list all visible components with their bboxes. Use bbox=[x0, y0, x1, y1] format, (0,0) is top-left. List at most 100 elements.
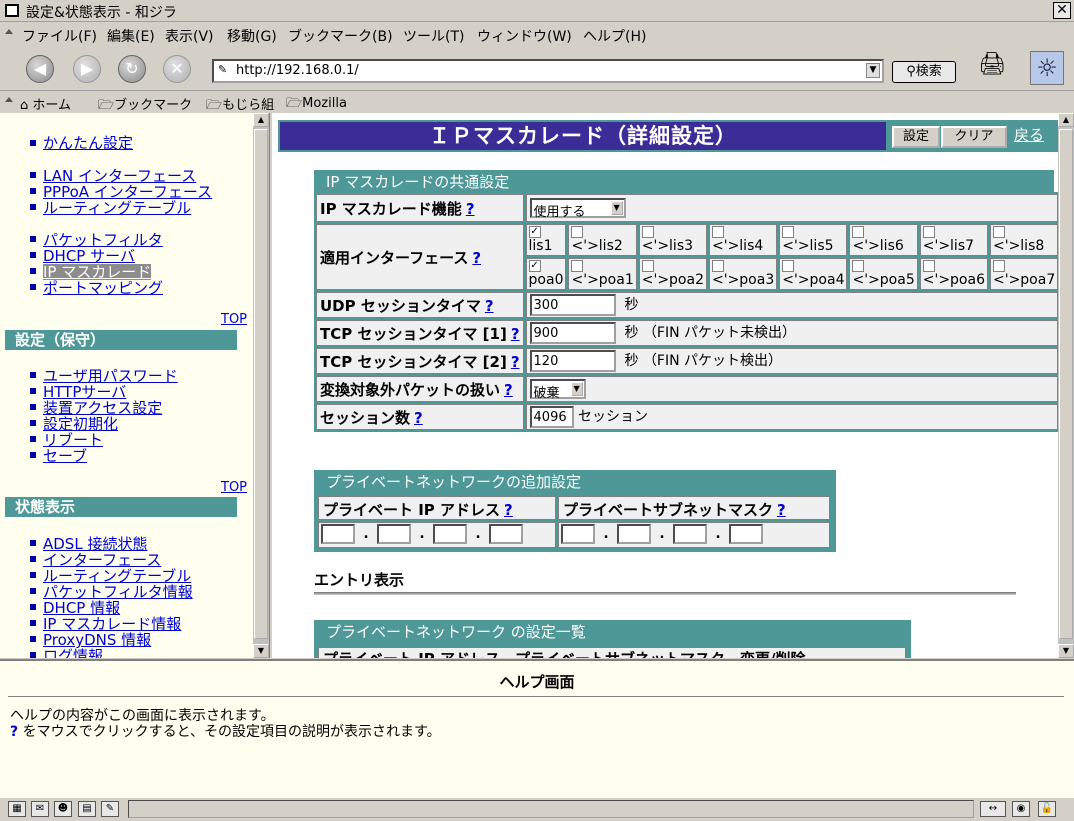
sidebar-item-http-server[interactable]: HTTPサーバ bbox=[43, 384, 126, 400]
tcp-timer2-input[interactable]: 120 bbox=[529, 350, 616, 372]
sidebar-scrollbar[interactable]: ▲ ▼ bbox=[253, 113, 269, 658]
lis6-checkbox[interactable] bbox=[852, 226, 865, 238]
lis5-checkbox[interactable] bbox=[782, 226, 795, 238]
sidebar-item-save[interactable]: セーブ bbox=[43, 448, 87, 464]
set-button[interactable]: 設定 bbox=[892, 126, 940, 148]
lis4-checkbox[interactable] bbox=[711, 226, 724, 238]
poa1-checkbox[interactable] bbox=[571, 260, 584, 272]
main-scrollbar[interactable]: ▲ ▼ bbox=[1058, 113, 1074, 658]
sidebar-item-easy-setup[interactable]: かんたん設定 bbox=[43, 135, 133, 151]
menu-window[interactable]: ウィンドウ(W) bbox=[477, 26, 572, 46]
poa4-checkbox[interactable] bbox=[782, 260, 795, 272]
lis1-checkbox[interactable]: ✓ bbox=[528, 226, 541, 238]
reload-icon[interactable]: ↻ bbox=[118, 55, 146, 83]
scroll-down-icon[interactable]: ▼ bbox=[253, 644, 269, 658]
sidebar-item-routing-status[interactable]: ルーティングテーブル bbox=[43, 568, 191, 584]
sidebar-item-routing-table[interactable]: ルーティングテーブル bbox=[43, 200, 191, 216]
close-window-button[interactable]: ✕ bbox=[1053, 2, 1071, 19]
lis7-checkbox[interactable] bbox=[922, 226, 935, 238]
sidebar-item-user-password[interactable]: ユーザ用パスワード bbox=[43, 368, 178, 384]
home-link[interactable]: ⌂ ホーム bbox=[20, 94, 71, 113]
lis3-checkbox[interactable] bbox=[641, 226, 654, 238]
cookie-icon[interactable]: ◉ bbox=[1012, 801, 1030, 817]
sidebar-item-interface-status[interactable]: インターフェース bbox=[43, 552, 161, 568]
sidebar-item-factory-reset[interactable]: 設定初期化 bbox=[43, 416, 118, 432]
sidebar-item-ip-masquerade[interactable]: IP マスカレード bbox=[43, 264, 152, 280]
sidebar-item-reboot[interactable]: リブート bbox=[43, 432, 103, 448]
clear-button[interactable]: クリア bbox=[941, 126, 1007, 148]
menu-view[interactable]: 表示(V) bbox=[165, 26, 214, 46]
sidebar-item-port-mapping[interactable]: ポートマッピング bbox=[43, 280, 163, 296]
lis8-checkbox[interactable] bbox=[992, 226, 1005, 238]
top-link[interactable]: TOP bbox=[221, 312, 247, 327]
url-history-dropdown-icon[interactable]: ▼ bbox=[866, 63, 880, 78]
scroll-up-icon[interactable]: ▲ bbox=[1058, 113, 1074, 127]
private-ip-octet1-input[interactable] bbox=[321, 524, 355, 544]
poa3-checkbox[interactable] bbox=[711, 260, 724, 272]
masquerade-func-select[interactable]: 使用する ▼ bbox=[529, 198, 626, 220]
toolbar-grip-icon[interactable] bbox=[5, 29, 13, 34]
scroll-thumb[interactable] bbox=[1059, 129, 1073, 639]
menu-tools[interactable]: ツール(T) bbox=[403, 26, 464, 46]
back-icon[interactable]: ◀ bbox=[26, 55, 54, 83]
private-mask-octet2-input[interactable] bbox=[617, 524, 651, 544]
menu-go[interactable]: 移動(G) bbox=[227, 26, 277, 46]
poa7-checkbox[interactable] bbox=[992, 260, 1005, 272]
navigator-icon[interactable]: ▦ bbox=[8, 801, 26, 817]
help-icon[interactable]: ? bbox=[414, 409, 423, 427]
session-count-input[interactable]: 4096 bbox=[529, 406, 574, 428]
search-button[interactable]: ⚲検索 bbox=[892, 61, 956, 83]
sidebar-item-packet-filter[interactable]: パケットフィルタ bbox=[43, 232, 163, 248]
url-input[interactable]: ✎ http://192.168.0.1/ ▼ bbox=[212, 59, 884, 83]
sidebar-item-adsl-status[interactable]: ADSL 接続状態 bbox=[43, 536, 147, 552]
scroll-down-icon[interactable]: ▼ bbox=[1058, 644, 1074, 658]
menu-help[interactable]: ヘルプ(H) bbox=[583, 26, 646, 46]
stop-icon[interactable]: ✕ bbox=[163, 55, 191, 83]
help-icon[interactable]: ? bbox=[466, 200, 475, 218]
menu-file[interactable]: ファイル(F) bbox=[22, 26, 97, 46]
forward-icon[interactable]: ▶ bbox=[73, 55, 101, 83]
menu-edit[interactable]: 編集(E) bbox=[107, 26, 155, 46]
help-icon[interactable]: ? bbox=[504, 381, 513, 399]
sidebar-item-dhcp-info[interactable]: DHCP 情報 bbox=[43, 600, 120, 616]
scroll-thumb[interactable] bbox=[254, 129, 268, 639]
poa5-checkbox[interactable] bbox=[852, 260, 865, 272]
throbber-icon[interactable]: ☼ bbox=[1030, 51, 1064, 85]
back-link[interactable]: 戻る bbox=[1014, 124, 1044, 145]
online-status-icon[interactable]: ↔ bbox=[980, 801, 1006, 817]
lis2-checkbox[interactable] bbox=[571, 226, 584, 238]
composer-icon[interactable]: ▤ bbox=[78, 801, 96, 817]
private-mask-octet1-input[interactable] bbox=[561, 524, 595, 544]
help-icon[interactable]: ? bbox=[472, 249, 481, 267]
private-ip-octet2-input[interactable] bbox=[377, 524, 411, 544]
udp-timer-input[interactable]: 300 bbox=[529, 294, 616, 316]
help-icon[interactable]: ? bbox=[511, 325, 520, 343]
help-icon[interactable]: ? bbox=[777, 501, 786, 519]
excluded-packet-select[interactable]: 破棄 ▼ bbox=[529, 379, 586, 401]
sidebar-item-pppoa-interface[interactable]: PPPoA インターフェース bbox=[43, 184, 212, 200]
sidebar-item-dhcp-server[interactable]: DHCP サーバ bbox=[43, 248, 135, 264]
sidebar-item-lan-interface[interactable]: LAN インターフェース bbox=[43, 168, 196, 184]
chat-icon[interactable]: ☻ bbox=[54, 801, 72, 817]
menu-bookmarks[interactable]: ブックマーク(B) bbox=[288, 26, 393, 46]
scroll-up-icon[interactable]: ▲ bbox=[253, 113, 269, 127]
page-proxy-icon[interactable]: ✎ bbox=[218, 63, 227, 76]
sidebar-item-log-info[interactable]: ログ情報 bbox=[43, 648, 103, 658]
help-icon[interactable]: ? bbox=[485, 297, 494, 315]
address-book-icon[interactable]: ✎ bbox=[101, 801, 119, 817]
help-icon[interactable]: ? bbox=[511, 353, 520, 371]
top-link[interactable]: TOP bbox=[221, 480, 247, 495]
help-icon[interactable]: ? bbox=[504, 501, 513, 519]
mail-icon[interactable]: ✉ bbox=[31, 801, 49, 817]
private-mask-octet4-input[interactable] bbox=[729, 524, 763, 544]
poa6-checkbox[interactable] bbox=[922, 260, 935, 272]
sidebar-item-device-access[interactable]: 装置アクセス設定 bbox=[43, 400, 162, 416]
private-ip-octet3-input[interactable] bbox=[433, 524, 467, 544]
poa0-checkbox[interactable]: ✓ bbox=[528, 260, 541, 272]
sidebar-item-packet-filter-info[interactable]: パケットフィルタ情報 bbox=[43, 584, 193, 600]
private-mask-octet3-input[interactable] bbox=[673, 524, 707, 544]
tcp-timer1-input[interactable]: 900 bbox=[529, 322, 616, 344]
poa2-checkbox[interactable] bbox=[641, 260, 654, 272]
sidebar-item-ip-masquerade-info[interactable]: IP マスカレード情報 bbox=[43, 616, 181, 632]
private-ip-octet4-input[interactable] bbox=[489, 524, 523, 544]
